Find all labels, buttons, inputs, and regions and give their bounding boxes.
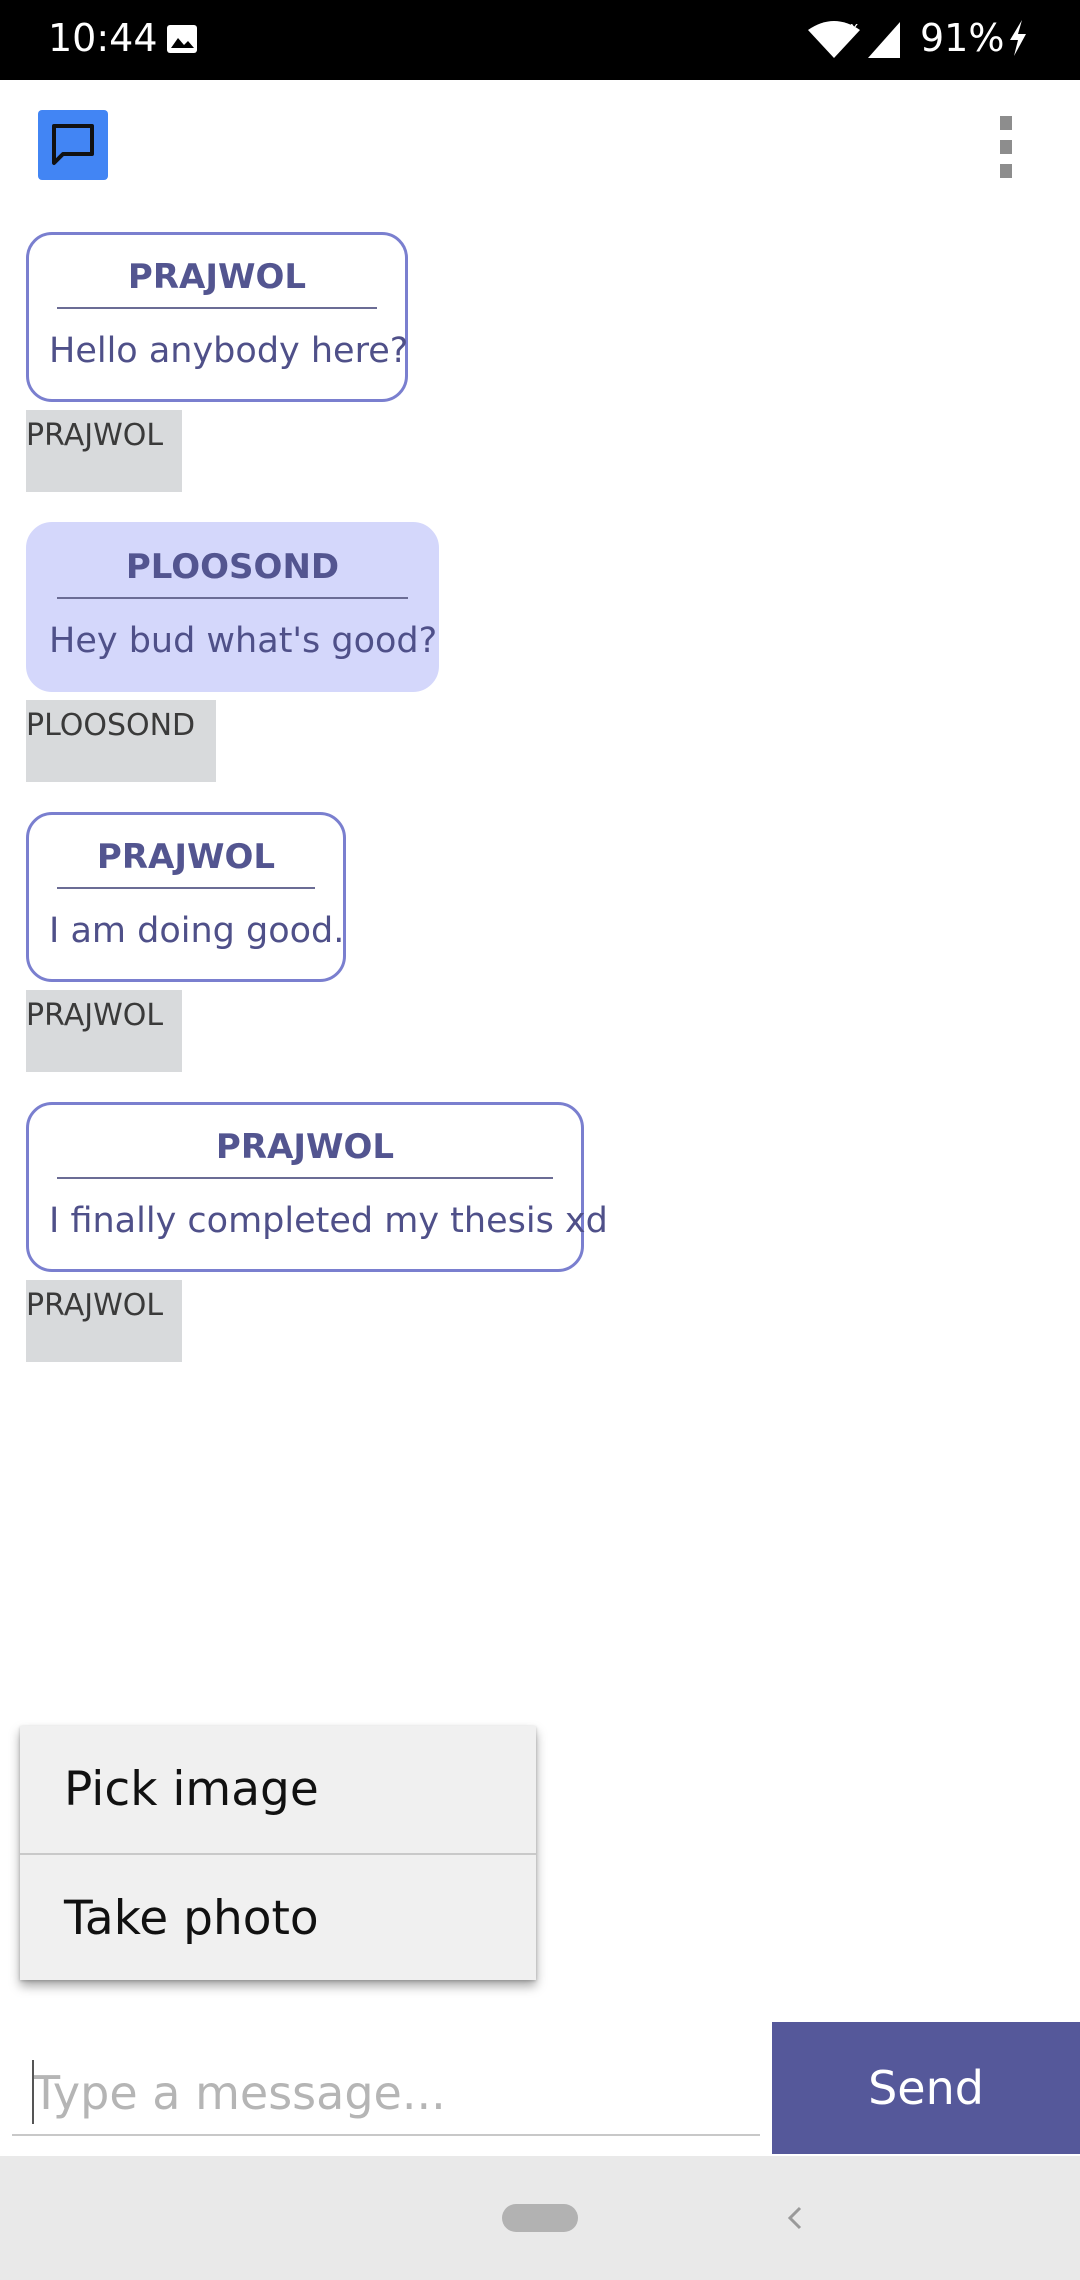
bubble-sender-name: PRAJWOL (57, 837, 315, 889)
overflow-menu-icon[interactable] (986, 116, 1026, 180)
status-time: 10:44 (48, 16, 158, 60)
back-icon[interactable] (782, 2198, 810, 2242)
svg-text:x: x (850, 20, 858, 36)
bubble-sender-name: PLOOSOND (57, 547, 408, 599)
chat-icon[interactable] (38, 110, 108, 180)
message-text: I finally completed my thesis xd (49, 1201, 608, 1241)
bubble-sender-name: PRAJWOL (57, 1127, 553, 1179)
message-item: PRAJWOL I am doing good. PRAJWOL (26, 812, 346, 1072)
battery-percentage: 91% (920, 16, 1005, 60)
home-gesture-pill[interactable] (502, 2204, 578, 2232)
take-photo-menu-item[interactable]: Take photo (20, 1855, 536, 1982)
text-cursor (32, 2060, 34, 2124)
message-text: Hello anybody here? (49, 331, 409, 371)
attachment-popup-menu: Pick image Take photo (20, 1726, 536, 1980)
message-bubble[interactable]: PLOOSOND Hey bud what's good? (26, 522, 439, 692)
message-bubble[interactable]: PRAJWOL I finally completed my thesis xd (26, 1102, 608, 1272)
bubble-sender-name: PRAJWOL (57, 257, 377, 309)
message-text: I am doing good. (49, 911, 345, 951)
gallery-icon (166, 24, 198, 54)
charging-icon (1006, 18, 1030, 62)
message-item: PRAJWOL I finally completed my thesis xd… (26, 1102, 608, 1362)
wifi-icon: x (806, 20, 862, 64)
message-item: PLOOSOND Hey bud what's good? PLOOSOND (26, 522, 439, 782)
message-composer: Send (0, 2022, 1080, 2154)
status-bar: 10:44 x 91% (0, 0, 1080, 80)
pick-image-menu-item[interactable]: Pick image (20, 1726, 536, 1853)
signal-icon (866, 20, 902, 64)
sender-tag: PRAJWOL (26, 1280, 182, 1362)
app-bar (0, 80, 1080, 204)
sender-tag: PRAJWOL (26, 410, 182, 492)
message-bubble[interactable]: PRAJWOL Hello anybody here? (26, 232, 408, 402)
message-bubble[interactable]: PRAJWOL I am doing good. (26, 812, 346, 982)
message-item: PRAJWOL Hello anybody here? PRAJWOL (26, 232, 408, 492)
message-text: Hey bud what's good? (49, 621, 438, 661)
sender-tag: PRAJWOL (26, 990, 182, 1072)
sender-tag: PLOOSOND (26, 700, 216, 782)
send-button[interactable]: Send (772, 2022, 1080, 2154)
navigation-bar (0, 2156, 1080, 2280)
message-input[interactable] (12, 2052, 760, 2136)
